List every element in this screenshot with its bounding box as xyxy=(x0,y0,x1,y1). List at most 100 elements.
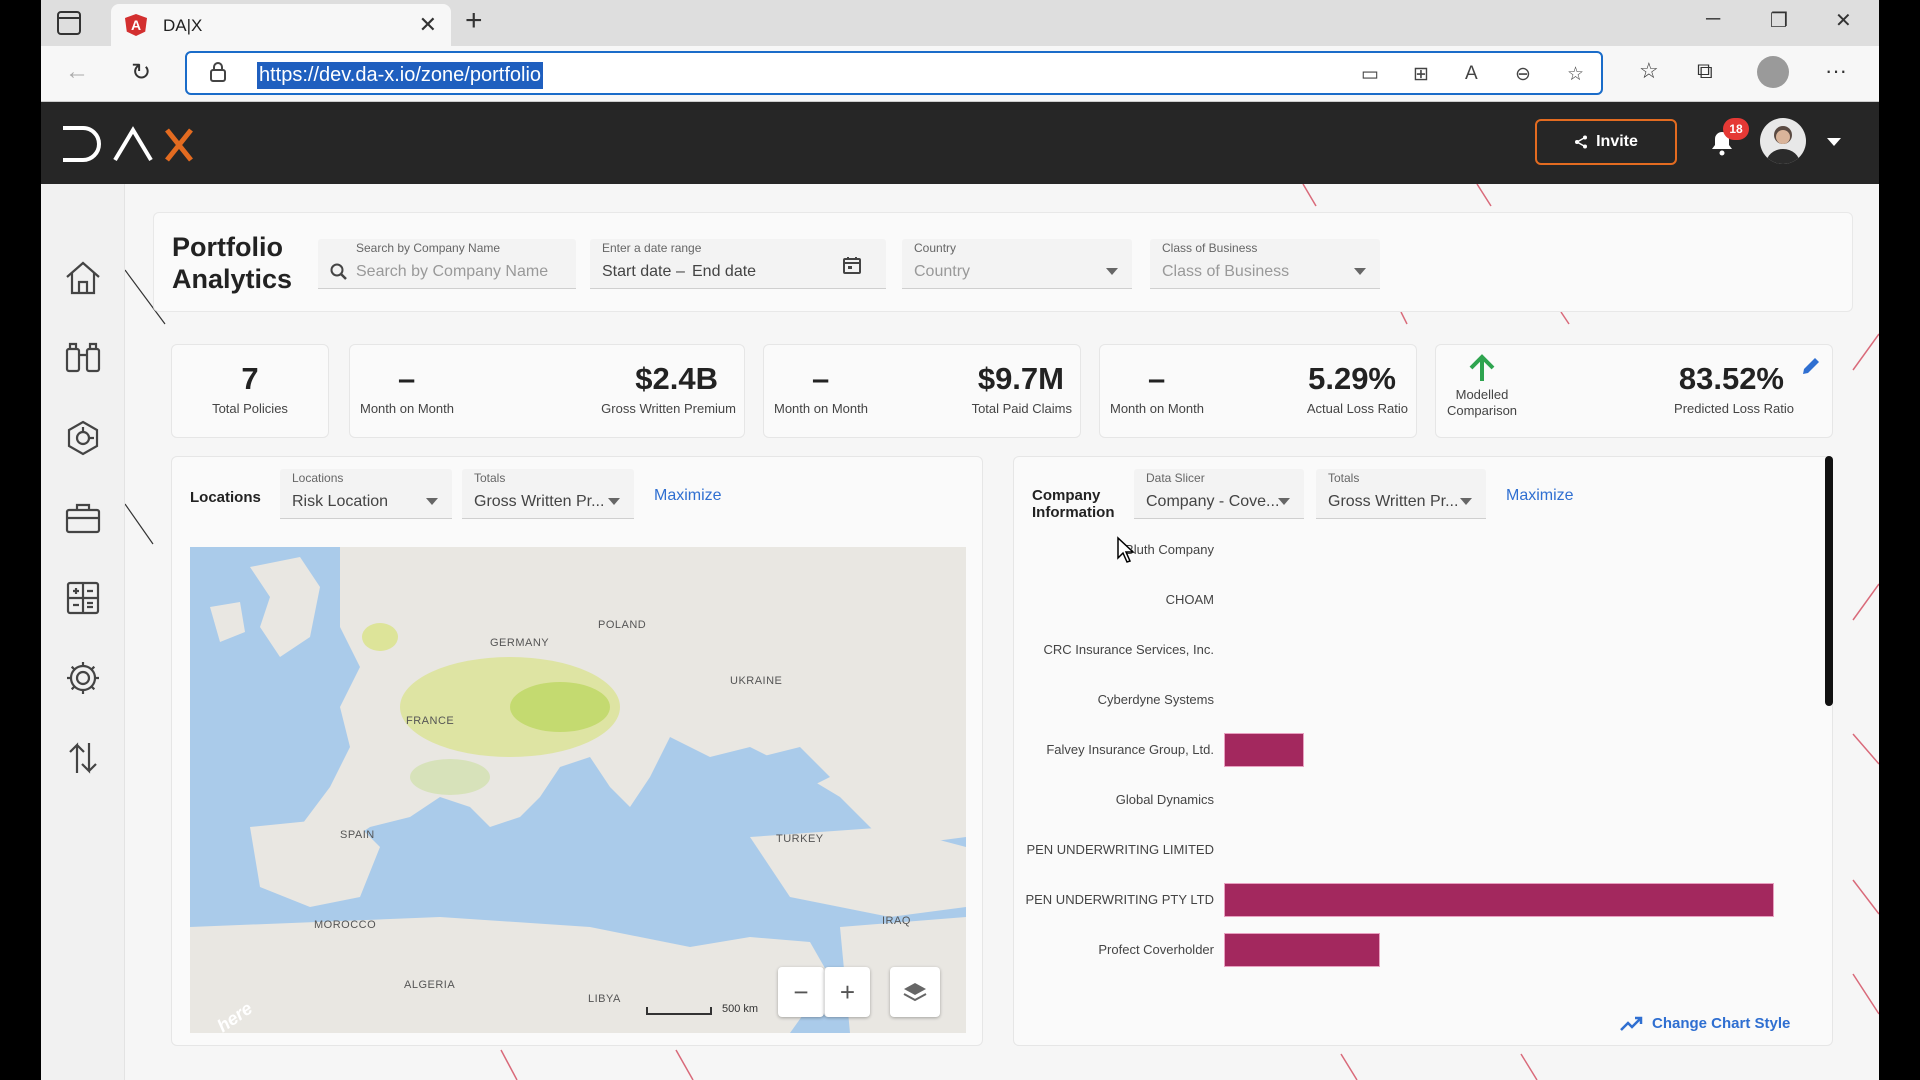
new-tab-icon[interactable]: + xyxy=(465,4,483,38)
chevron-down-icon xyxy=(426,498,438,505)
refresh-icon[interactable]: ↻ xyxy=(131,58,151,87)
more-icon[interactable]: ··· xyxy=(1825,58,1847,84)
chart-category-label: Cyberdyne Systems xyxy=(1097,692,1214,707)
app-available-icon[interactable]: ▭ xyxy=(1361,63,1379,86)
map-label-germany: GERMANY xyxy=(490,637,550,649)
chart-category-label: PEN UNDERWRITING LIMITED xyxy=(1026,842,1214,857)
chart-row: PEN UNDERWRITING LIMITED xyxy=(1014,833,1814,869)
read-aloud-icon[interactable]: A xyxy=(1465,63,1478,85)
lock-icon xyxy=(210,62,226,82)
map-layers-button[interactable] xyxy=(890,967,940,1017)
modelled-label: Modelled xyxy=(1455,387,1509,402)
locations-select[interactable]: Locations Risk Location xyxy=(280,469,452,519)
map-land-shapes xyxy=(190,547,966,1033)
company-search-input[interactable]: Search by Company Name xyxy=(356,263,548,281)
class-of-business-select[interactable]: Class of Business Class of Business xyxy=(1150,239,1380,289)
url-text[interactable]: https://dev.da-x.io/zone/portfolio xyxy=(257,62,544,89)
company-search-field[interactable]: Search by Company Name Search by Company… xyxy=(318,239,576,289)
date-range-label: Enter a date range xyxy=(602,241,702,255)
mouse-cursor-icon xyxy=(1117,536,1135,563)
map-label-iraq: IRAQ xyxy=(882,915,911,927)
company-title-line2: Information xyxy=(1032,504,1115,521)
map-label-spain: SPAIN xyxy=(340,829,375,841)
collections-icon[interactable]: ⧉ xyxy=(1697,58,1713,84)
url-field[interactable]: https://dev.da-x.io/zone/portfolio ▭ ⊞ A… xyxy=(185,51,1603,95)
chart-category-label: Bluth Company xyxy=(1125,542,1214,557)
panel-scrollbar[interactable] xyxy=(1825,456,1833,706)
favorites-icon[interactable]: ☆ xyxy=(1639,58,1659,84)
profile-icon[interactable] xyxy=(1757,56,1789,88)
map-label-poland: POLAND xyxy=(598,619,647,631)
company-totals-select[interactable]: Totals Gross Written Pr... xyxy=(1316,469,1486,519)
nav-home-icon[interactable] xyxy=(61,256,105,300)
chart-bar[interactable] xyxy=(1224,883,1774,917)
map-zoom-out-button[interactable]: − xyxy=(778,967,824,1017)
kpi-mom-label: Month on Month xyxy=(360,401,454,416)
close-tab-icon[interactable]: ✕ xyxy=(419,12,437,38)
chart-bar[interactable] xyxy=(1224,733,1304,767)
nav-analytics-icon[interactable] xyxy=(61,416,105,460)
kpi-value: $9.7M xyxy=(977,361,1064,396)
nav-portfolio-icon[interactable] xyxy=(61,496,105,540)
user-avatar[interactable] xyxy=(1760,118,1806,164)
browser-tab[interactable]: A DA|X ✕ xyxy=(111,4,451,46)
notification-badge: 18 xyxy=(1723,118,1749,140)
kpi-label: Actual Loss Ratio xyxy=(1306,401,1408,416)
chart-category-label: PEN UNDERWRITING PTY LTD xyxy=(1025,892,1214,907)
company-title-line1: Company xyxy=(1032,487,1101,504)
trending-up-icon xyxy=(1620,1016,1643,1031)
minimize-icon[interactable]: ─ xyxy=(1706,8,1720,31)
data-slicer-select[interactable]: Data Slicer Company - Cove... xyxy=(1134,469,1304,519)
chevron-down-icon xyxy=(1278,498,1290,505)
locations-select-label: Locations xyxy=(292,471,344,485)
tab-title: DA|X xyxy=(163,16,203,35)
zoom-out-icon[interactable]: ⊖ xyxy=(1515,63,1531,86)
locations-totals-select[interactable]: Totals Gross Written Pr... xyxy=(462,469,634,519)
favorite-add-icon[interactable]: ☆ xyxy=(1567,63,1584,86)
back-icon[interactable]: ← xyxy=(65,58,89,86)
app-body: Portfolio Analytics Search by Company Na… xyxy=(41,184,1879,1080)
data-slicer-value: Company - Cove... xyxy=(1146,493,1280,510)
map-zoom-in-button[interactable]: + xyxy=(824,967,870,1017)
date-range-field[interactable]: Enter a date range Start date – End date xyxy=(590,239,886,289)
comparison-label: Comparison xyxy=(1446,403,1518,418)
user-menu-chevron-icon[interactable] xyxy=(1827,138,1841,146)
side-navigation xyxy=(41,184,125,1080)
calendar-icon[interactable] xyxy=(842,255,862,275)
nav-transfer-icon[interactable] xyxy=(61,736,105,780)
invite-button[interactable]: Invite xyxy=(1535,119,1677,165)
restore-icon[interactable]: ❐ xyxy=(1770,8,1788,33)
kpi-mom-value: – xyxy=(1148,361,1166,396)
qr-icon[interactable]: ⊞ xyxy=(1413,63,1429,86)
dax-logo[interactable] xyxy=(59,122,209,166)
browser-tab-bar: A DA|X ✕ + ─ ❐ ✕ xyxy=(41,0,1879,46)
totals-select-label: Totals xyxy=(474,471,506,485)
totals-select-label: Totals xyxy=(1328,471,1360,485)
tab-actions-icon[interactable] xyxy=(57,11,81,35)
end-date-input[interactable]: End date xyxy=(692,263,756,281)
kpi-label: Total Policies xyxy=(212,401,288,416)
country-select[interactable]: Country Country xyxy=(902,239,1132,289)
totals-select-value: Gross Written Pr... xyxy=(474,493,605,510)
chart-row: PEN UNDERWRITING PTY LTD xyxy=(1014,883,1814,919)
locations-maximize-link[interactable]: Maximize xyxy=(654,487,722,505)
chart-category-label: Profect Coverholder xyxy=(1098,942,1214,957)
dax-logo-mark xyxy=(63,126,193,162)
europe-map[interactable]: GERMANY POLAND UKRAINE FRANCE SPAIN TURK… xyxy=(190,547,966,1033)
start-date-input[interactable]: Start date xyxy=(602,263,671,281)
chart-category-label: CRC Insurance Services, Inc. xyxy=(1043,642,1214,657)
company-bar-chart: Bluth Company CHOAM CRC Insurance Services… xyxy=(1014,533,1834,993)
nav-binoculars-icon[interactable] xyxy=(61,336,105,380)
company-panel-title: Company Information xyxy=(1032,487,1115,521)
change-chart-style-button[interactable]: Change Chart Style xyxy=(1620,1015,1790,1032)
search-icon xyxy=(330,263,347,280)
chart-bar[interactable] xyxy=(1224,933,1380,967)
kpi-label: Total Paid Claims xyxy=(971,401,1072,416)
close-window-icon[interactable]: ✕ xyxy=(1835,8,1852,33)
company-maximize-link[interactable]: Maximize xyxy=(1506,487,1574,505)
chevron-down-icon xyxy=(1106,268,1118,275)
filter-card: Portfolio Analytics Search by Company Na… xyxy=(153,212,1853,312)
nav-settings-icon[interactable] xyxy=(61,656,105,700)
edit-pencil-icon[interactable] xyxy=(1800,355,1822,377)
nav-calculator-icon[interactable] xyxy=(61,576,105,620)
